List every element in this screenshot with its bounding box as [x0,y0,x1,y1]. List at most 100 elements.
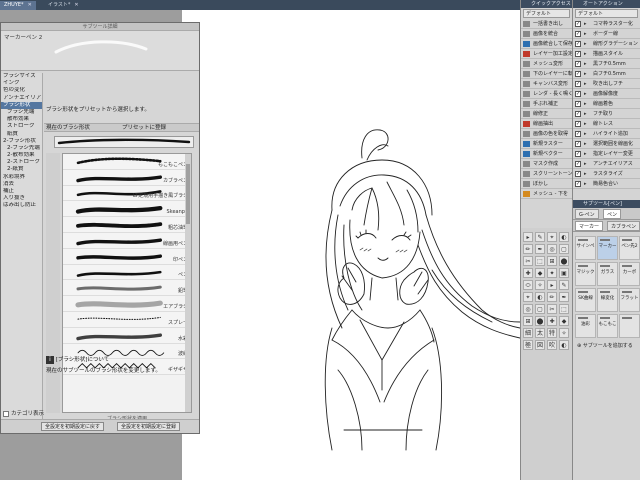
subtool-item[interactable]: もこもこ [597,314,618,338]
brush-preset-item[interactable]: LT定規用手描き風ブラシ [63,185,191,202]
auto-action-item[interactable]: ✓ ▸ 黒フチ0.5mm [573,59,640,69]
close-icon[interactable]: ✕ [74,2,78,8]
category-item[interactable]: ストローク [1,123,42,130]
chevron-right-icon[interactable]: ▸ [584,139,587,149]
quick-access-item[interactable]: スクリーントーン [521,169,572,179]
tool-button-icon[interactable]: ▢ [535,304,545,314]
tool-button-icon[interactable]: ✒ [535,244,545,254]
chevron-right-icon[interactable]: ▸ [584,19,587,29]
chevron-right-icon[interactable]: ▸ [584,169,587,179]
brush-preset-item[interactable]: 水彩 [63,327,191,344]
tab-g-pen[interactable]: G-ペン [575,209,599,219]
chevron-right-icon[interactable]: ▸ [584,149,587,159]
category-item[interactable]: ブラシ先端 [1,109,42,116]
category-item[interactable]: 入り抜き [1,195,42,202]
quick-access-title[interactable]: クイックアクセス [521,0,572,8]
chevron-right-icon[interactable]: ▸ [584,39,587,49]
subtool-item[interactable]: ペン先2 [619,236,640,260]
tool-button-icon[interactable]: 極 [523,340,533,350]
category-item[interactable]: 2-散布効果 [1,152,42,159]
reset-all-button[interactable]: 全設定を初期設定に戻す [41,422,105,431]
checkbox[interactable]: ✓ [575,81,581,87]
register-preset-button[interactable]: プリセットに登録 [122,124,166,132]
tool-button-icon[interactable]: ✏ [523,244,533,254]
tool-button-icon[interactable]: ◎ [547,244,557,254]
tool-button-icon[interactable]: ✂ [523,256,533,266]
brush-preset-item[interactable]: スプレー [63,311,191,328]
tool-button-icon[interactable]: ⬤ [535,316,545,326]
quick-access-item[interactable]: メッシュ - 下を [521,189,572,199]
category-item[interactable]: 補正 [1,188,42,195]
tool-button-icon[interactable]: ✂ [547,304,557,314]
brush-preset-item[interactable]: 鉛筆 [63,280,191,297]
checkbox[interactable]: ✓ [575,141,581,147]
brush-preset-item[interactable]: 線画用ペン [63,232,191,249]
checkbox[interactable]: ✓ [575,151,581,157]
subtool-item[interactable]: SK曲線 [575,288,596,312]
tool-button-icon[interactable]: ✎ [535,232,545,242]
tool-button-icon[interactable]: 太 [535,328,545,338]
tool-button-icon[interactable]: ◐ [559,340,569,350]
chevron-right-icon[interactable]: ▸ [584,109,587,119]
chevron-right-icon[interactable]: ▸ [584,49,587,59]
category-item[interactable]: 2-紙質 [1,166,42,173]
subtool-item[interactable]: フラットマーカー [619,288,640,312]
tool-button-icon[interactable]: ✚ [523,268,533,278]
tool-button-icon[interactable]: ✚ [547,316,557,326]
auto-action-item[interactable]: ✓ ▸ 白フチ0.5mm [573,69,640,79]
auto-action-item[interactable]: ✓ ▸ アンチエイリアス [573,159,640,169]
checkbox[interactable]: ✓ [575,161,581,167]
quick-access-item[interactable]: キャンバス変形 [521,79,572,89]
tool-button-icon[interactable]: ✧ [535,280,545,290]
quick-access-item[interactable]: 新規ベクター [521,149,572,159]
chevron-right-icon[interactable]: ▸ [584,179,587,189]
auto-action-item[interactable]: ✓ ▸ 線形グラデーション [573,39,640,49]
auto-action-item[interactable]: ✓ ▸ 描画スタイル [573,49,640,59]
tool-button-icon[interactable]: ▢ [559,244,569,254]
brush-preset-item[interactable]: 粗芯油筆 [63,217,191,233]
chevron-right-icon[interactable]: ▸ [584,129,587,139]
chevron-right-icon[interactable]: ▸ [584,159,587,169]
brush-preset-item[interactable]: 印ペン [63,248,191,265]
auto-action-item[interactable]: ✓ ▸ コマ枠ラスター化 [573,19,640,29]
quick-access-item[interactable]: レイヤー加工設定 [521,49,572,59]
tool-button-icon[interactable]: ◐ [559,232,569,242]
checkbox-box[interactable] [3,410,9,417]
show-category-checkbox[interactable]: カテゴリ表示 [3,409,44,417]
tool-button-icon[interactable]: 特 [547,328,557,338]
auto-action-item[interactable]: ✓ ▸ 画像解像度 [573,89,640,99]
quick-access-item[interactable]: メッシュ変形 [521,59,572,69]
tool-button-icon[interactable]: ▸ [547,280,557,290]
tool-button-icon[interactable]: ⊞ [547,256,557,266]
tool-button-icon[interactable]: 図 [535,340,545,350]
quick-access-item[interactable]: 下のレイヤーに転写 [521,69,572,79]
tool-button-icon[interactable]: 吹 [547,340,557,350]
subtool-item[interactable] [619,314,640,338]
tool-button-icon[interactable]: ⬭ [523,280,533,290]
tool-button-icon[interactable]: ⌖ [547,232,557,242]
subtool-item[interactable]: マジック [575,262,596,286]
checkbox[interactable]: ✓ [575,171,581,177]
subtool-item[interactable]: マーカー [597,236,618,260]
chevron-right-icon[interactable]: ▸ [584,59,587,69]
add-subtool-button[interactable]: ⊕ サブツールを追加する [573,342,640,349]
quick-access-item[interactable]: 画像統合して保存 [521,39,572,49]
checkbox[interactable]: ✓ [575,31,581,37]
tool-button-icon[interactable]: ✒ [559,292,569,302]
subtool-item[interactable]: ガラス [597,262,618,286]
tab-marker[interactable]: マーカー [575,221,604,231]
auto-action-set-select[interactable]: デフォルト [575,9,638,18]
tool-button-icon[interactable]: ✦ [547,268,557,278]
subtool-panel-title[interactable]: サブツール[ペン] [573,200,640,208]
checkbox[interactable]: ✓ [575,121,581,127]
auto-action-item[interactable]: ✓ ▸ 線トレス [573,119,640,129]
subtool-detail-title[interactable]: サブツール詳細 [1,23,199,31]
tool-button-icon[interactable]: ◎ [523,304,533,314]
brush-preset-item[interactable]: もこもこペン [63,154,191,170]
auto-action-item[interactable]: ✓ ▸ 選択範囲を線画化 [573,139,640,149]
tool-button-icon[interactable]: ◆ [559,316,569,326]
tab-pen[interactable]: ペン [603,209,622,219]
brush-preset-item[interactable]: エアブラシ [63,296,191,312]
subtool-item[interactable]: 線変化 [597,288,618,312]
checkbox[interactable]: ✓ [575,111,581,117]
